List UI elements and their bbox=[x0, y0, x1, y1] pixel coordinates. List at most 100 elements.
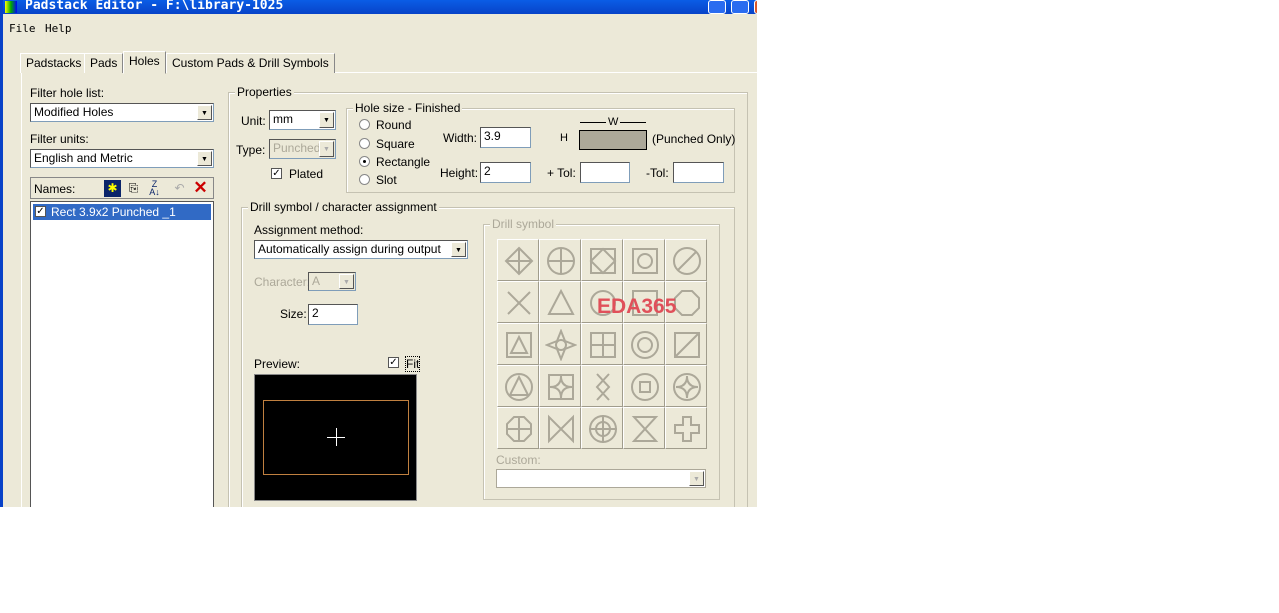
plus-icon bbox=[674, 416, 700, 442]
drill-symbol-diamond-cross[interactable] bbox=[497, 239, 539, 281]
minus-tol-label: -Tol: bbox=[646, 166, 669, 180]
circle-slash-icon bbox=[673, 247, 701, 275]
names-label: Names: bbox=[34, 182, 76, 196]
circle-cross-icon bbox=[547, 247, 575, 275]
filter-hole-select[interactable]: Modified Holes ▼ bbox=[30, 103, 214, 122]
triangle-icon bbox=[547, 288, 575, 315]
radio-rectangle[interactable] bbox=[359, 156, 370, 167]
plated-checkbox[interactable]: ✓ bbox=[271, 168, 282, 179]
square-star-icon bbox=[548, 374, 574, 400]
type-select[interactable]: Punched ▼ bbox=[269, 139, 336, 159]
chevron-down-icon[interactable]: ▼ bbox=[319, 141, 334, 157]
hourglass-vertical-icon bbox=[595, 373, 611, 401]
width-input[interactable]: 3.9 bbox=[480, 127, 531, 148]
drill-symbol-square-triangle[interactable] bbox=[497, 323, 539, 365]
plated-label: Plated bbox=[289, 167, 324, 181]
drill-symbol-plus[interactable] bbox=[665, 407, 707, 449]
assignment-method-select[interactable]: Automatically assign during output ▼ bbox=[254, 240, 468, 259]
rectangle-shape-icon bbox=[579, 130, 647, 150]
assignment-method-value: Automatically assign during output bbox=[258, 242, 441, 256]
drill-symbol-hourglass[interactable] bbox=[623, 407, 665, 449]
drill-symbol-double-circle[interactable] bbox=[623, 323, 665, 365]
size-label: Size: bbox=[280, 307, 307, 321]
radio-square-label: Square bbox=[376, 137, 415, 151]
chevron-down-icon[interactable]: ▼ bbox=[197, 105, 212, 120]
drill-symbol-square-diamond[interactable] bbox=[581, 239, 623, 281]
names-list: ✓ Rect 3.9x2 Punched _1 bbox=[30, 201, 214, 507]
checkbox-checked-icon[interactable]: ✓ bbox=[35, 206, 46, 217]
plus-tol-input[interactable] bbox=[580, 162, 630, 183]
character-select[interactable]: A ▼ bbox=[308, 272, 356, 291]
size-input[interactable]: 2 bbox=[308, 304, 358, 325]
drill-symbol-circle-star[interactable] bbox=[665, 365, 707, 407]
title-bar: Padstack Editor - F:\library-1025 bbox=[3, 0, 757, 14]
list-item-label: Rect 3.9x2 Punched _1 bbox=[51, 205, 176, 219]
radio-round-label: Round bbox=[376, 118, 412, 132]
w-mark: W bbox=[606, 116, 621, 128]
radio-slot[interactable] bbox=[359, 174, 370, 185]
new-hole-icon[interactable]: ✱ bbox=[104, 180, 121, 197]
chevron-down-icon[interactable]: ▼ bbox=[319, 112, 334, 128]
height-label: Height: bbox=[440, 166, 479, 180]
bowtie-icon bbox=[548, 414, 574, 444]
drill-symbol-triangle[interactable] bbox=[539, 281, 581, 323]
unit-value: mm bbox=[273, 112, 293, 126]
hourglass-icon bbox=[631, 416, 659, 442]
drill-symbol-circle-slash[interactable] bbox=[665, 239, 707, 281]
preview-label: Preview: bbox=[254, 357, 301, 371]
delete-icon[interactable]: ✕ bbox=[192, 179, 209, 196]
chevron-down-icon[interactable]: ▼ bbox=[197, 151, 212, 166]
drill-symbol-octagon-cross[interactable] bbox=[497, 407, 539, 449]
unit-select[interactable]: mm ▼ bbox=[269, 110, 336, 130]
drill-symbol-square-circle[interactable] bbox=[623, 239, 665, 281]
close-button[interactable] bbox=[754, 0, 757, 14]
drill-symbol-x[interactable] bbox=[497, 281, 539, 323]
minimize-button[interactable] bbox=[708, 0, 726, 14]
radio-round[interactable] bbox=[359, 119, 370, 130]
drill-symbol-bowtie[interactable] bbox=[539, 407, 581, 449]
undo-icon[interactable]: ↶ bbox=[171, 180, 188, 197]
sort-icon[interactable]: Z A↓ bbox=[146, 180, 163, 197]
custom-select[interactable]: ▼ bbox=[496, 469, 706, 488]
minus-tol-input[interactable] bbox=[673, 162, 724, 183]
menu-file[interactable]: File bbox=[9, 22, 36, 35]
star-circle-icon bbox=[545, 329, 577, 361]
tab-padstacks[interactable]: Padstacks bbox=[20, 53, 88, 73]
tab-holes[interactable]: Holes bbox=[123, 51, 166, 74]
preview-canvas bbox=[254, 374, 417, 501]
radio-slot-label: Slot bbox=[376, 173, 397, 187]
custom-label: Custom: bbox=[496, 453, 541, 467]
drill-symbol-square-cross[interactable] bbox=[581, 323, 623, 365]
fit-checkbox[interactable]: ✓ bbox=[388, 357, 399, 368]
filter-units-label: Filter units: bbox=[30, 132, 89, 146]
drill-symbol-circle-triangle[interactable] bbox=[497, 365, 539, 407]
filter-units-select[interactable]: English and Metric ▼ bbox=[30, 149, 214, 168]
drill-symbol-circle-cross[interactable] bbox=[539, 239, 581, 281]
maximize-button[interactable] bbox=[731, 0, 749, 14]
character-label: Character: bbox=[254, 275, 311, 289]
circle-star-icon bbox=[673, 373, 701, 401]
chevron-down-icon[interactable]: ▼ bbox=[339, 274, 354, 289]
drill-symbol-square-slash[interactable] bbox=[665, 323, 707, 365]
chevron-down-icon[interactable]: ▼ bbox=[689, 471, 704, 486]
window-title: Padstack Editor - F:\library-1025 bbox=[25, 0, 284, 13]
drill-symbol-target[interactable] bbox=[581, 407, 623, 449]
drill-symbol-star-circle[interactable] bbox=[539, 323, 581, 365]
tab-pads[interactable]: Pads bbox=[84, 53, 124, 73]
square-cross-icon bbox=[590, 332, 616, 358]
drill-title: Drill symbol / character assignment bbox=[248, 200, 439, 214]
drill-symbol-square-star[interactable] bbox=[539, 365, 581, 407]
drill-symbol-hourglass-vertical[interactable] bbox=[581, 365, 623, 407]
width-label: Width: bbox=[443, 131, 478, 145]
filter-hole-label: Filter hole list: bbox=[30, 86, 105, 100]
chevron-down-icon[interactable]: ▼ bbox=[451, 242, 466, 257]
list-item[interactable]: ✓ Rect 3.9x2 Punched _1 bbox=[33, 204, 211, 220]
copy-icon[interactable]: ⎘ bbox=[125, 180, 142, 197]
drill-symbol-grid bbox=[497, 239, 708, 450]
tab-custom-pads[interactable]: Custom Pads & Drill Symbols bbox=[166, 53, 335, 73]
menu-help[interactable]: Help bbox=[45, 22, 72, 35]
drill-symbol-circle-square[interactable] bbox=[623, 365, 665, 407]
radio-square[interactable] bbox=[359, 138, 370, 149]
height-input[interactable]: 2 bbox=[480, 162, 531, 183]
circle-square-icon bbox=[631, 373, 659, 401]
